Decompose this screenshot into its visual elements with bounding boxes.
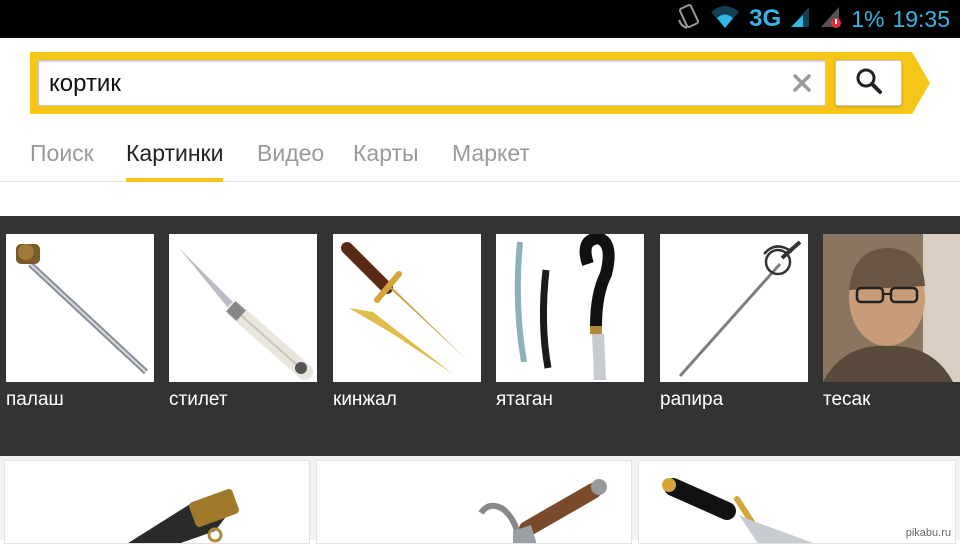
related-label: ятаган [496,389,553,410]
clear-icon[interactable] [791,72,813,94]
wifi-icon [709,4,741,34]
clock: 19:35 [892,5,950,32]
related-thumb-broadsword[interactable] [6,234,154,382]
signal-icon [789,5,811,33]
watermark: pikabu.ru [905,527,951,539]
search-input[interactable]: кортик [38,60,826,106]
related-label: тесак [823,389,871,410]
rapier-icon [678,240,802,377]
tab-maps[interactable]: Карты [353,140,419,182]
search-tabs: Поиск Картинки Видео Карты Маркет [0,128,960,182]
tab-label: Картинки [126,140,224,166]
dagger-icon [341,242,467,374]
related-thumb-tesak[interactable] [823,234,960,382]
tab-label: Карты [353,140,419,166]
search-bar: кортик [30,52,930,114]
signal-alert-icon [819,5,843,33]
status-bar: 3G 1% 19:35 [0,0,960,38]
related-label: кинжал [333,389,397,410]
broadsword-icon [16,244,149,375]
result-image[interactable]: pikabu.ru [638,460,956,544]
tab-label: Маркет [452,140,530,166]
stiletto-knife-icon [179,248,313,380]
result-image[interactable] [316,460,632,544]
search-button[interactable] [835,60,902,106]
yatagan-icon [514,234,615,380]
tab-images[interactable]: Картинки [126,140,224,182]
related-searches: палаш стилет кинжал ятаган рапира тесак [0,216,960,456]
result-image[interactable] [4,460,310,544]
related-thumb-rapier[interactable] [660,234,808,382]
ornate-dagger-icon [478,479,607,543]
tab-label: Поиск [30,140,94,166]
related-label: рапира [660,389,724,410]
network-type: 3G [749,5,782,32]
rotate-icon [677,4,701,34]
tab-label: Видео [257,140,325,166]
person-photo-icon [823,234,960,382]
dirk-sheath-icon [128,489,239,543]
tab-video[interactable]: Видео [257,140,324,182]
status-icons: 3G 1% 19:35 [677,4,950,34]
related-thumb-stiletto[interactable] [169,234,317,382]
battery-level: 1% [851,5,885,32]
related-label: стилет [169,389,228,410]
tab-search[interactable]: Поиск [30,140,94,182]
related-label: палаш [6,389,64,410]
search-query: кортик [49,70,121,97]
active-tab-indicator [126,178,224,182]
related-thumb-dagger[interactable] [333,234,481,382]
related-thumb-yatagan[interactable] [496,234,644,382]
search-icon [855,67,883,99]
tab-market[interactable]: Маркет [452,140,530,182]
image-results: pikabu.ru [0,456,960,544]
